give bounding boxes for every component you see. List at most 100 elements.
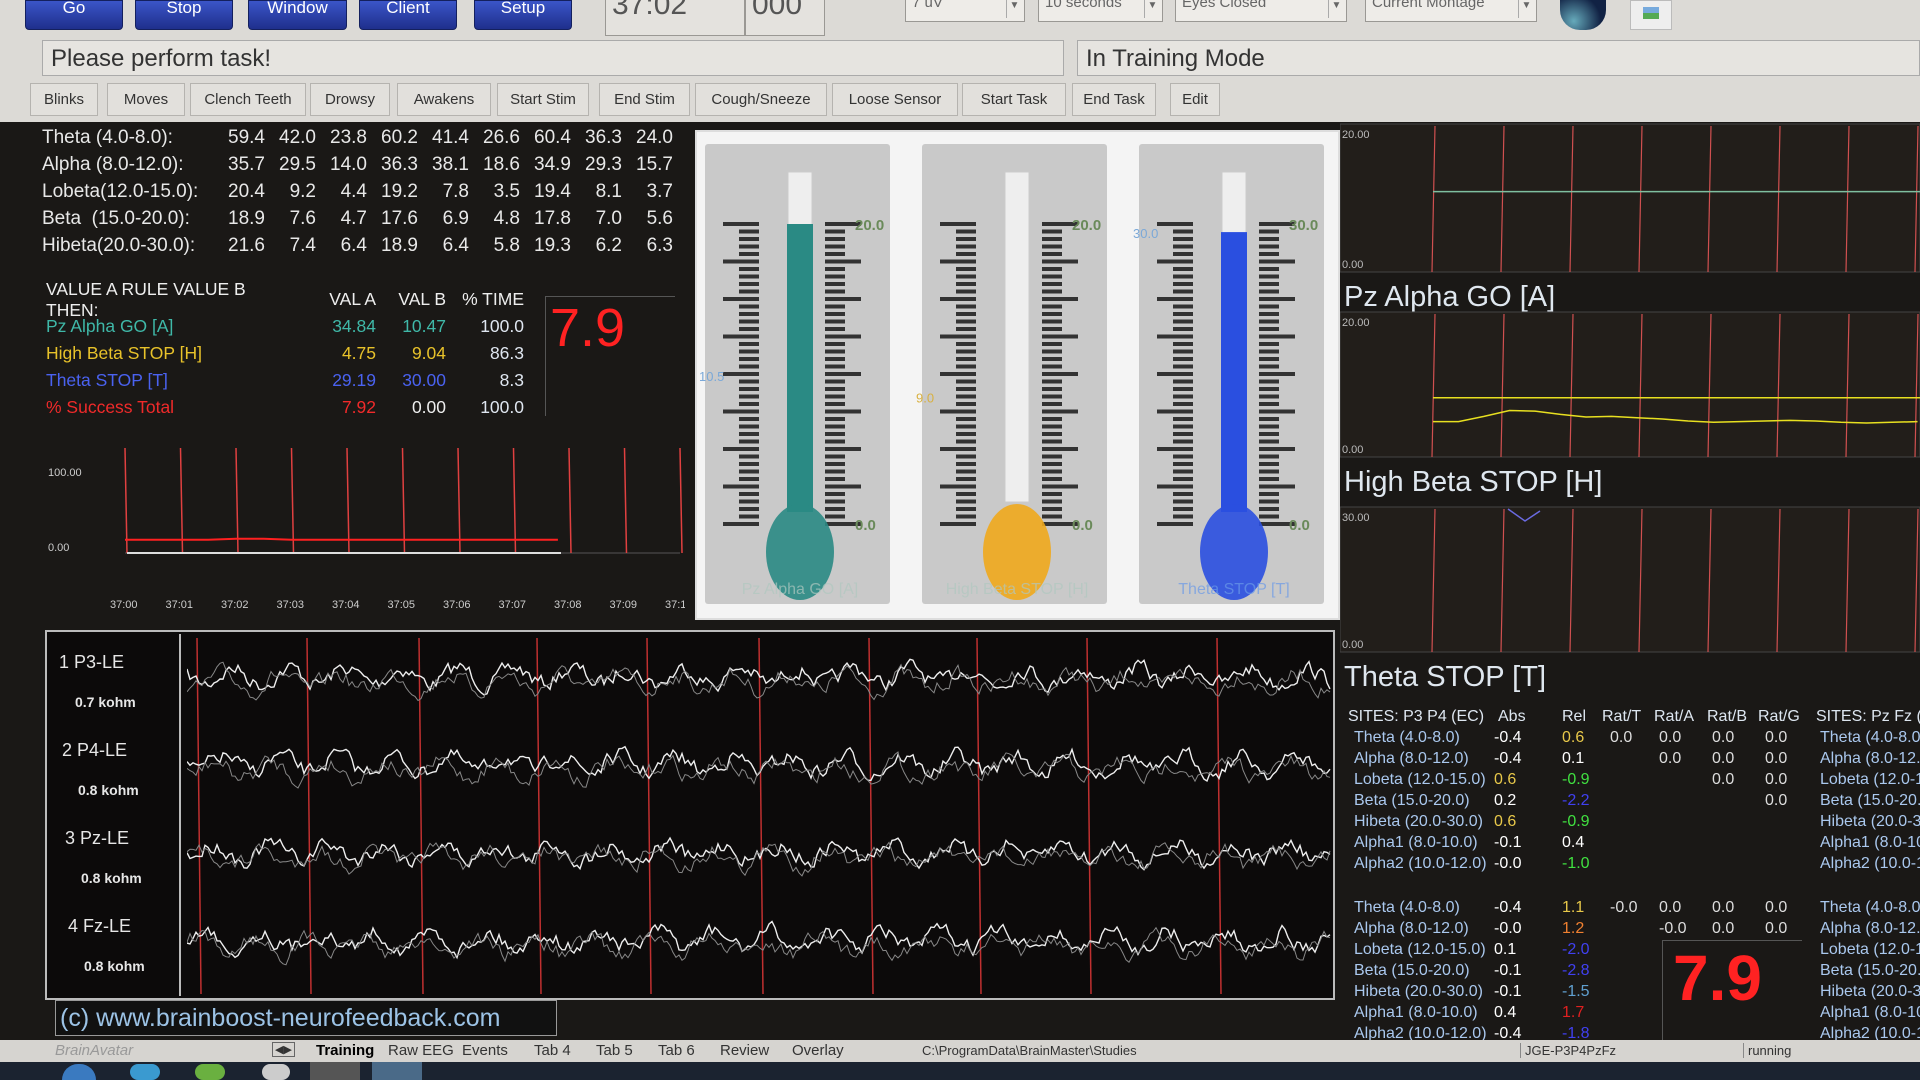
y-max-label: 30.00 bbox=[1342, 512, 1370, 524]
camera-icon[interactable] bbox=[1560, 0, 1606, 30]
folder-icon[interactable] bbox=[310, 1062, 360, 1080]
event-button-edit[interactable]: Edit bbox=[1170, 83, 1220, 116]
event-button-awakens[interactable]: Awakens bbox=[397, 83, 491, 116]
abs-value: -0.1 bbox=[1494, 962, 1522, 979]
tab-overlay[interactable]: Overlay bbox=[792, 1042, 844, 1059]
trend-chart: 20.00 0.00 Pz Alpha GO [A] bbox=[1339, 123, 1920, 313]
tab-review[interactable]: Review bbox=[720, 1042, 769, 1059]
scale-tick bbox=[1173, 237, 1193, 241]
start-icon[interactable] bbox=[62, 1064, 96, 1080]
scale-tick bbox=[940, 522, 976, 526]
scale-tick bbox=[940, 334, 976, 339]
thermometer-label: Pz Alpha GO [A] bbox=[742, 581, 859, 598]
grid-line bbox=[124, 447, 128, 554]
scale-tick bbox=[1259, 289, 1279, 294]
chart-area bbox=[1339, 506, 1920, 653]
scale-tick bbox=[1259, 244, 1279, 249]
scale-tick bbox=[739, 424, 759, 429]
scale-tick bbox=[1042, 469, 1062, 474]
tab-training[interactable]: Training bbox=[316, 1042, 374, 1059]
stats-header-cell: SITES: Pz Fz (EC) bbox=[1816, 708, 1920, 725]
abs-value: -0.4 bbox=[1494, 750, 1522, 767]
scale-tick bbox=[1173, 424, 1193, 429]
tab-scroll-arrows[interactable]: ◀▶ bbox=[272, 1042, 295, 1057]
app-icon[interactable] bbox=[372, 1062, 422, 1080]
scale-tick bbox=[1042, 334, 1078, 339]
scale-tick bbox=[739, 282, 759, 286]
tab-events[interactable]: Events bbox=[462, 1042, 508, 1059]
band-value: 19.2 bbox=[381, 180, 418, 202]
band-value: 23.8 bbox=[330, 126, 367, 148]
event-button-drowsy[interactable]: Drowsy bbox=[310, 83, 390, 116]
abs-value: -0.0 bbox=[1494, 855, 1522, 872]
tab-tab-4[interactable]: Tab 4 bbox=[534, 1042, 571, 1059]
app-icon[interactable] bbox=[130, 1064, 160, 1080]
event-button-moves[interactable]: Moves bbox=[107, 83, 185, 116]
scale-tick bbox=[825, 484, 861, 489]
client-button[interactable]: Client bbox=[359, 0, 457, 30]
channel-name: 2 P4-LE bbox=[62, 740, 128, 760]
scale-tick bbox=[956, 417, 976, 421]
chart-area bbox=[1339, 123, 1920, 273]
go-button[interactable]: Go bbox=[25, 0, 123, 30]
grid-line bbox=[346, 447, 350, 554]
montage-dropdown[interactable]: Current Montage ▼ bbox=[1365, 0, 1537, 22]
stop-button[interactable]: Stop bbox=[135, 0, 233, 30]
grid-line bbox=[623, 447, 628, 554]
scale-tick bbox=[1173, 282, 1193, 286]
stats-row: Alpha2 (10.0-12.0) -0.4 -1.8 Alpha2 (10.0-1… bbox=[1340, 1025, 1920, 1040]
sensitivity-dropdown[interactable]: 7 uV ▼ bbox=[905, 0, 1025, 22]
scale-max: 30.0 bbox=[1289, 217, 1318, 234]
event-button-blinks[interactable]: Blinks bbox=[30, 83, 98, 116]
ratio-value: -0.0 bbox=[1610, 899, 1638, 916]
scale-tick bbox=[956, 304, 976, 309]
epoch-dropdown[interactable]: 10 seconds ▼ bbox=[1038, 0, 1163, 22]
image-icon[interactable] bbox=[1630, 0, 1672, 30]
event-button-loose-sensor[interactable]: Loose Sensor bbox=[832, 83, 958, 116]
app-icon[interactable] bbox=[262, 1064, 290, 1080]
scale-tick bbox=[825, 244, 845, 249]
band-label: Beta (15.0-20.0) bbox=[1354, 962, 1470, 979]
scale-tick bbox=[1157, 447, 1193, 451]
copyright[interactable]: (c) www.brainboost-neurofeedback.com bbox=[55, 1000, 557, 1036]
setup-button[interactable]: Setup bbox=[474, 0, 572, 30]
condition-dropdown[interactable]: Eyes Closed ▼ bbox=[1175, 0, 1347, 22]
scale-tick bbox=[825, 342, 845, 346]
event-button-end-stim[interactable]: End Stim bbox=[599, 83, 690, 116]
scale-tick bbox=[1042, 252, 1062, 256]
rel-value: -1.0 bbox=[1562, 855, 1590, 872]
ratio-value: 0.0 bbox=[1712, 750, 1735, 767]
event-button-clench-teeth[interactable]: Clench Teeth bbox=[190, 83, 306, 116]
scale-tick bbox=[956, 477, 976, 481]
threshold-marker: 30.0 bbox=[1133, 226, 1158, 241]
event-button-start-stim[interactable]: Start Stim bbox=[497, 83, 589, 116]
band-label-site2: Beta (15.0-20.0) bbox=[1820, 962, 1920, 979]
tab-raw-eeg[interactable]: Raw EEG bbox=[388, 1042, 454, 1059]
event-button-end-task[interactable]: End Task bbox=[1072, 83, 1156, 116]
scale-tick bbox=[739, 454, 759, 459]
scale-tick bbox=[739, 492, 759, 496]
stats-row: Hibeta (20.0-30.0) -0.1 -1.5 Hibeta (20.0-3… bbox=[1340, 983, 1920, 1004]
scale-tick bbox=[956, 274, 976, 279]
scale-tick bbox=[723, 522, 759, 526]
eeg-traces bbox=[187, 638, 1331, 994]
abs-value: -0.4 bbox=[1494, 899, 1522, 916]
stats-header-cell: SITES: P3 P4 (EC) bbox=[1348, 708, 1485, 725]
thermometer-label: Theta STOP [T] bbox=[1178, 581, 1289, 598]
event-button-cough-sneeze[interactable]: Cough/Sneeze bbox=[695, 83, 827, 116]
rel-value: 0.4 bbox=[1562, 834, 1585, 851]
window-button[interactable]: Window bbox=[248, 0, 347, 30]
scale-tick bbox=[825, 229, 845, 234]
scale-tick bbox=[739, 462, 759, 466]
event-button-start-task[interactable]: Start Task bbox=[962, 83, 1066, 116]
rule-val-b: 10.47 bbox=[402, 316, 446, 336]
tab-tab-6[interactable]: Tab 6 bbox=[658, 1042, 695, 1059]
grid-line bbox=[568, 447, 572, 554]
app-icon[interactable] bbox=[195, 1064, 225, 1080]
scale-tick bbox=[825, 334, 861, 339]
scale-tick bbox=[739, 289, 759, 294]
tab-tab-5[interactable]: Tab 5 bbox=[596, 1042, 633, 1059]
scale-tick bbox=[1173, 229, 1193, 234]
scale-tick bbox=[956, 492, 976, 496]
scale-tick bbox=[956, 432, 976, 436]
